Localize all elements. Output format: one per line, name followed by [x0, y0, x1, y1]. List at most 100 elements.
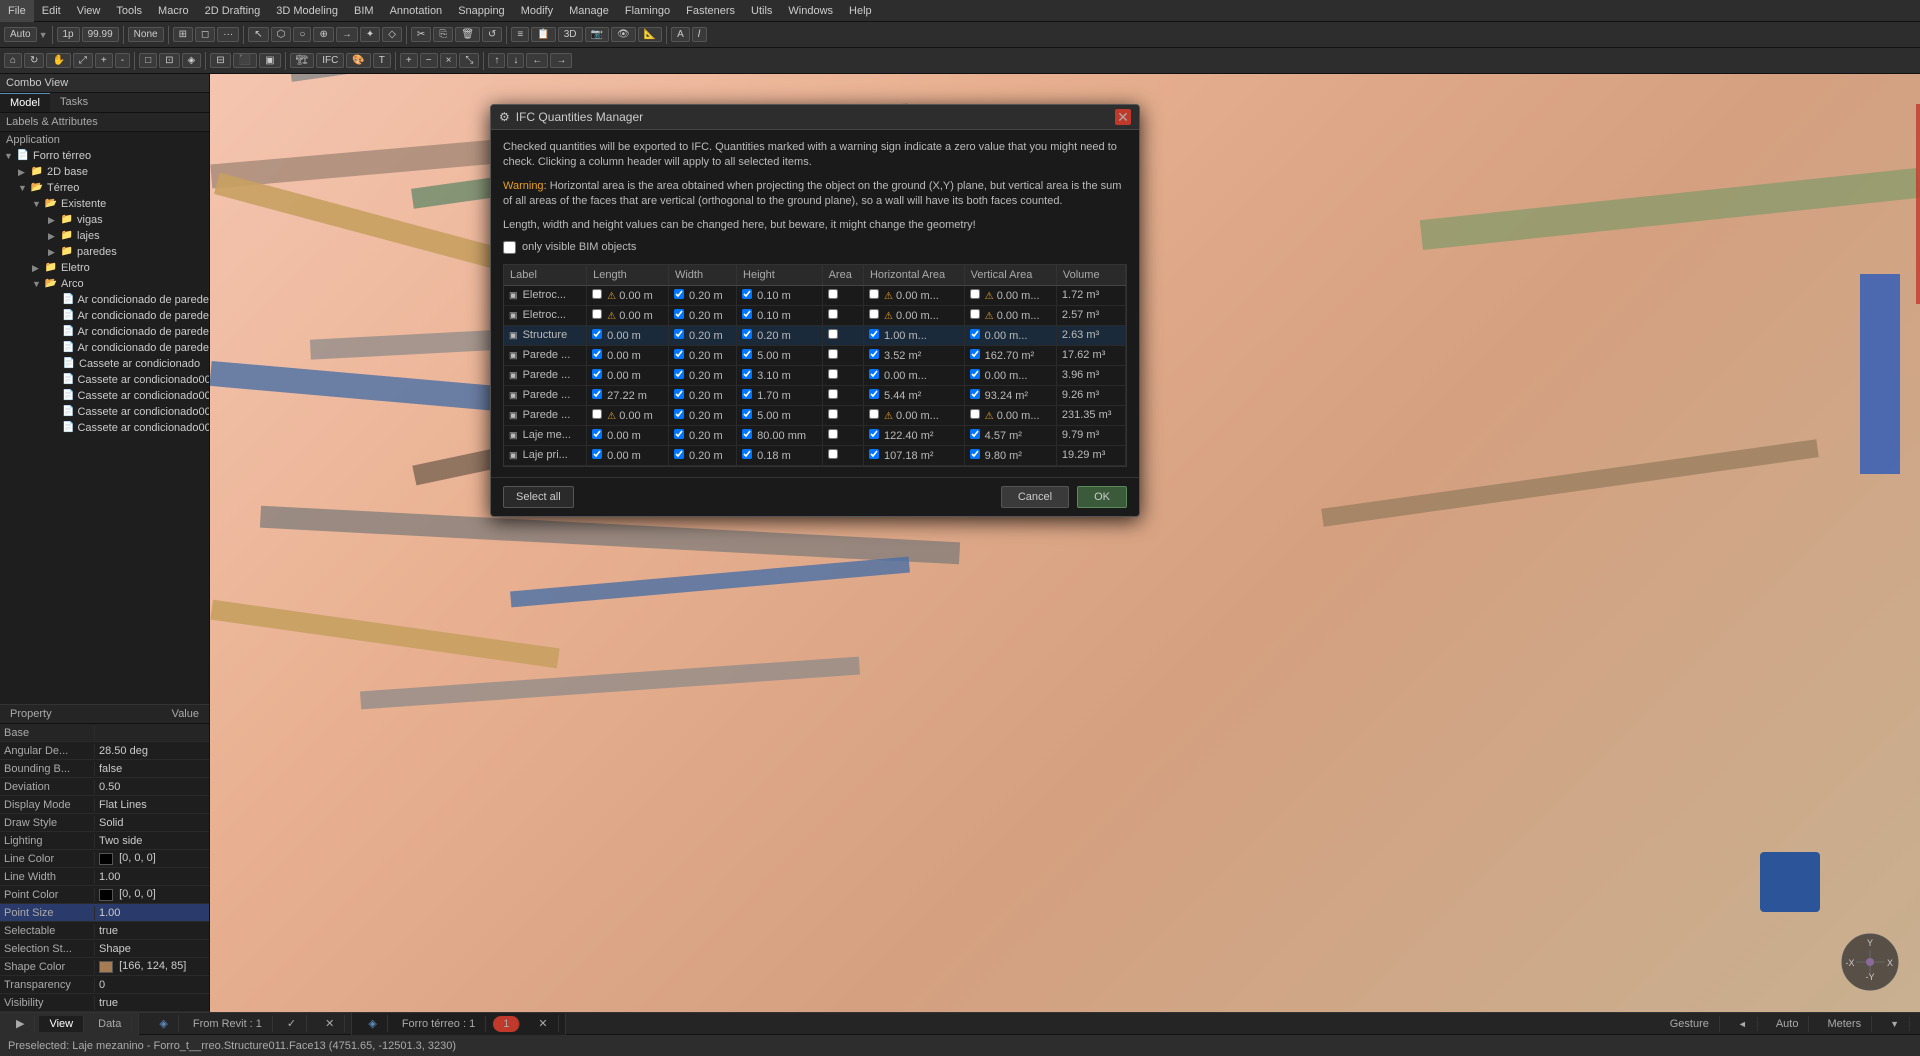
- table-row[interactable]: ▣ Parede ... ⚠ 0.00 m 0.20 m 5.00 m ⚠: [504, 405, 1126, 425]
- height-checkbox[interactable]: [742, 309, 752, 319]
- width-checkbox[interactable]: [674, 329, 684, 339]
- zoom-out-button[interactable]: -: [115, 53, 130, 68]
- solid-button[interactable]: ⬛: [233, 53, 257, 68]
- tree-item-existente[interactable]: ▼ 📂 Existente: [0, 196, 209, 212]
- h-area-checkbox[interactable]: [869, 309, 879, 319]
- diamond-button[interactable]: ◇: [382, 27, 402, 42]
- h-area-checkbox[interactable]: [869, 349, 879, 359]
- width-value[interactable]: 0.20 m: [689, 350, 723, 362]
- height-value[interactable]: 80.00 mm: [757, 430, 806, 442]
- eye-button[interactable]: 👁: [611, 27, 636, 42]
- v-area-checkbox[interactable]: [970, 309, 980, 319]
- delete-button[interactable]: 🗑: [455, 27, 480, 42]
- length-value[interactable]: 0.00 m: [607, 330, 641, 342]
- length-value[interactable]: 0.00 m: [607, 350, 641, 362]
- col-width[interactable]: Width: [668, 265, 736, 286]
- doc2-close-icon[interactable]: ✕: [528, 1015, 558, 1032]
- table-row[interactable]: ▣ Structure 0.00 m 0.20 m 0.20 m: [504, 325, 1126, 345]
- tree-item-cassete4[interactable]: 📄 Cassete ar condicionado00: [0, 404, 209, 420]
- width-value[interactable]: 0.20 m: [689, 290, 723, 302]
- doc1-label[interactable]: From Revit : 1: [183, 1016, 273, 1032]
- viewport-compass[interactable]: Y -Y -X X: [1840, 932, 1900, 992]
- length-value[interactable]: 0.00 m: [619, 310, 653, 322]
- area-checkbox[interactable]: [828, 429, 838, 439]
- height-value[interactable]: 1.70 m: [757, 390, 791, 402]
- height-value[interactable]: 0.20 m: [757, 330, 791, 342]
- area-checkbox[interactable]: [828, 349, 838, 359]
- arrow2-button[interactable]: →: [336, 27, 358, 42]
- v-area-checkbox[interactable]: [970, 369, 980, 379]
- move-button[interactable]: ⤡: [459, 53, 479, 68]
- copy-button[interactable]: ⎘: [433, 27, 453, 42]
- height-checkbox[interactable]: [742, 389, 752, 399]
- table-row[interactable]: ▣ Laje me... 0.00 m 0.20 m 80.00 mm: [504, 425, 1126, 445]
- nav-up[interactable]: ↑: [488, 53, 505, 68]
- length-checkbox[interactable]: [592, 309, 602, 319]
- shape-button[interactable]: ⬡: [271, 27, 292, 42]
- table-row[interactable]: ▣ Eletroc... ⚠ 0.00 m 0.20 m 0.10 m ⚠: [504, 305, 1126, 325]
- col-height[interactable]: Height: [737, 265, 823, 286]
- length-checkbox[interactable]: [592, 389, 602, 399]
- front-view-button[interactable]: □: [139, 53, 157, 68]
- zoom-value-button[interactable]: 99.99: [82, 27, 119, 42]
- properties-button[interactable]: 📋: [531, 27, 555, 42]
- tree-item-cassete3[interactable]: 📄 Cassete ar condicionado00: [0, 388, 209, 404]
- height-checkbox[interactable]: [742, 449, 752, 459]
- layers-button[interactable]: ≡: [511, 27, 529, 42]
- none-button[interactable]: None: [128, 27, 164, 42]
- height-value[interactable]: 5.00 m: [757, 410, 791, 422]
- height-value[interactable]: 0.18 m: [757, 450, 791, 462]
- menu-macro[interactable]: Macro: [150, 0, 197, 22]
- ifc-table-wrapper[interactable]: Label Length Width Height Area Horizonta…: [503, 264, 1127, 467]
- pan-button[interactable]: ✋: [46, 53, 70, 68]
- material-button[interactable]: 🎨: [346, 53, 370, 68]
- width-checkbox[interactable]: [674, 449, 684, 459]
- menu-help[interactable]: Help: [841, 0, 880, 22]
- width-value[interactable]: 0.20 m: [689, 390, 723, 402]
- tree-item-ar4[interactable]: 📄 Ar condicionado de parede: [0, 340, 209, 356]
- width-checkbox[interactable]: [674, 409, 684, 419]
- property-tab[interactable]: Property: [4, 707, 58, 721]
- cancel-button[interactable]: Cancel: [1001, 486, 1069, 508]
- refresh-button[interactable]: ↺: [482, 27, 502, 42]
- menu-bim[interactable]: BIM: [346, 0, 382, 22]
- nav-left[interactable]: ←: [526, 53, 548, 68]
- arrow-button[interactable]: ↖: [248, 27, 268, 42]
- tree-item-cassete1[interactable]: 📄 Cassete ar condicionado: [0, 356, 209, 372]
- mode-1p-button[interactable]: 1p: [57, 27, 80, 42]
- h-area-checkbox[interactable]: [869, 429, 879, 439]
- length-value[interactable]: 0.00 m: [607, 370, 641, 382]
- width-value[interactable]: 0.20 m: [689, 370, 723, 382]
- auto-button[interactable]: Auto: [4, 27, 37, 42]
- width-value[interactable]: 0.20 m: [689, 330, 723, 342]
- col-v-area[interactable]: Vertical Area: [964, 265, 1056, 286]
- area-checkbox[interactable]: [828, 389, 838, 399]
- tree-view[interactable]: ▼ 📄 Forro térreo ▶ 📁 2D base ▼ 📂 Térreo …: [0, 148, 209, 704]
- height-checkbox[interactable]: [742, 349, 752, 359]
- table-row[interactable]: ▣ Parede ... 27.22 m 0.20 m 1.70 m: [504, 385, 1126, 405]
- zoom-in-button[interactable]: +: [95, 53, 113, 68]
- nav-down[interactable]: ↓: [507, 53, 524, 68]
- width-checkbox[interactable]: [674, 349, 684, 359]
- ok-button[interactable]: OK: [1077, 486, 1127, 508]
- h-area-checkbox[interactable]: [869, 389, 879, 399]
- height-checkbox[interactable]: [742, 289, 752, 299]
- tree-item-cassete2[interactable]: 📄 Cassete ar condicionado00: [0, 372, 209, 388]
- snap-button[interactable]: ◻: [195, 27, 215, 42]
- col-h-area[interactable]: Horizontal Area: [863, 265, 964, 286]
- col-volume[interactable]: Volume: [1056, 265, 1125, 286]
- plus-button[interactable]: ⊕: [313, 27, 333, 42]
- cross-button[interactable]: ×: [440, 53, 458, 68]
- menu-tools[interactable]: Tools: [108, 0, 150, 22]
- text-button[interactable]: A: [671, 27, 690, 42]
- length-value[interactable]: 0.00 m: [619, 290, 653, 302]
- table-row[interactable]: ▣ Parede ... 0.00 m 0.20 m 3.10 m: [504, 365, 1126, 385]
- height-checkbox[interactable]: [742, 369, 752, 379]
- table-row[interactable]: ▣ Laje pri... 0.00 m 0.20 m 0.18 m: [504, 445, 1126, 465]
- only-visible-bim-checkbox[interactable]: [503, 241, 516, 254]
- menu-windows[interactable]: Windows: [780, 0, 841, 22]
- tree-item-vigas[interactable]: ▶ 📁 vigas: [0, 212, 209, 228]
- tab-tasks[interactable]: Tasks: [50, 93, 98, 112]
- v-area-checkbox[interactable]: [970, 449, 980, 459]
- height-value[interactable]: 5.00 m: [757, 350, 791, 362]
